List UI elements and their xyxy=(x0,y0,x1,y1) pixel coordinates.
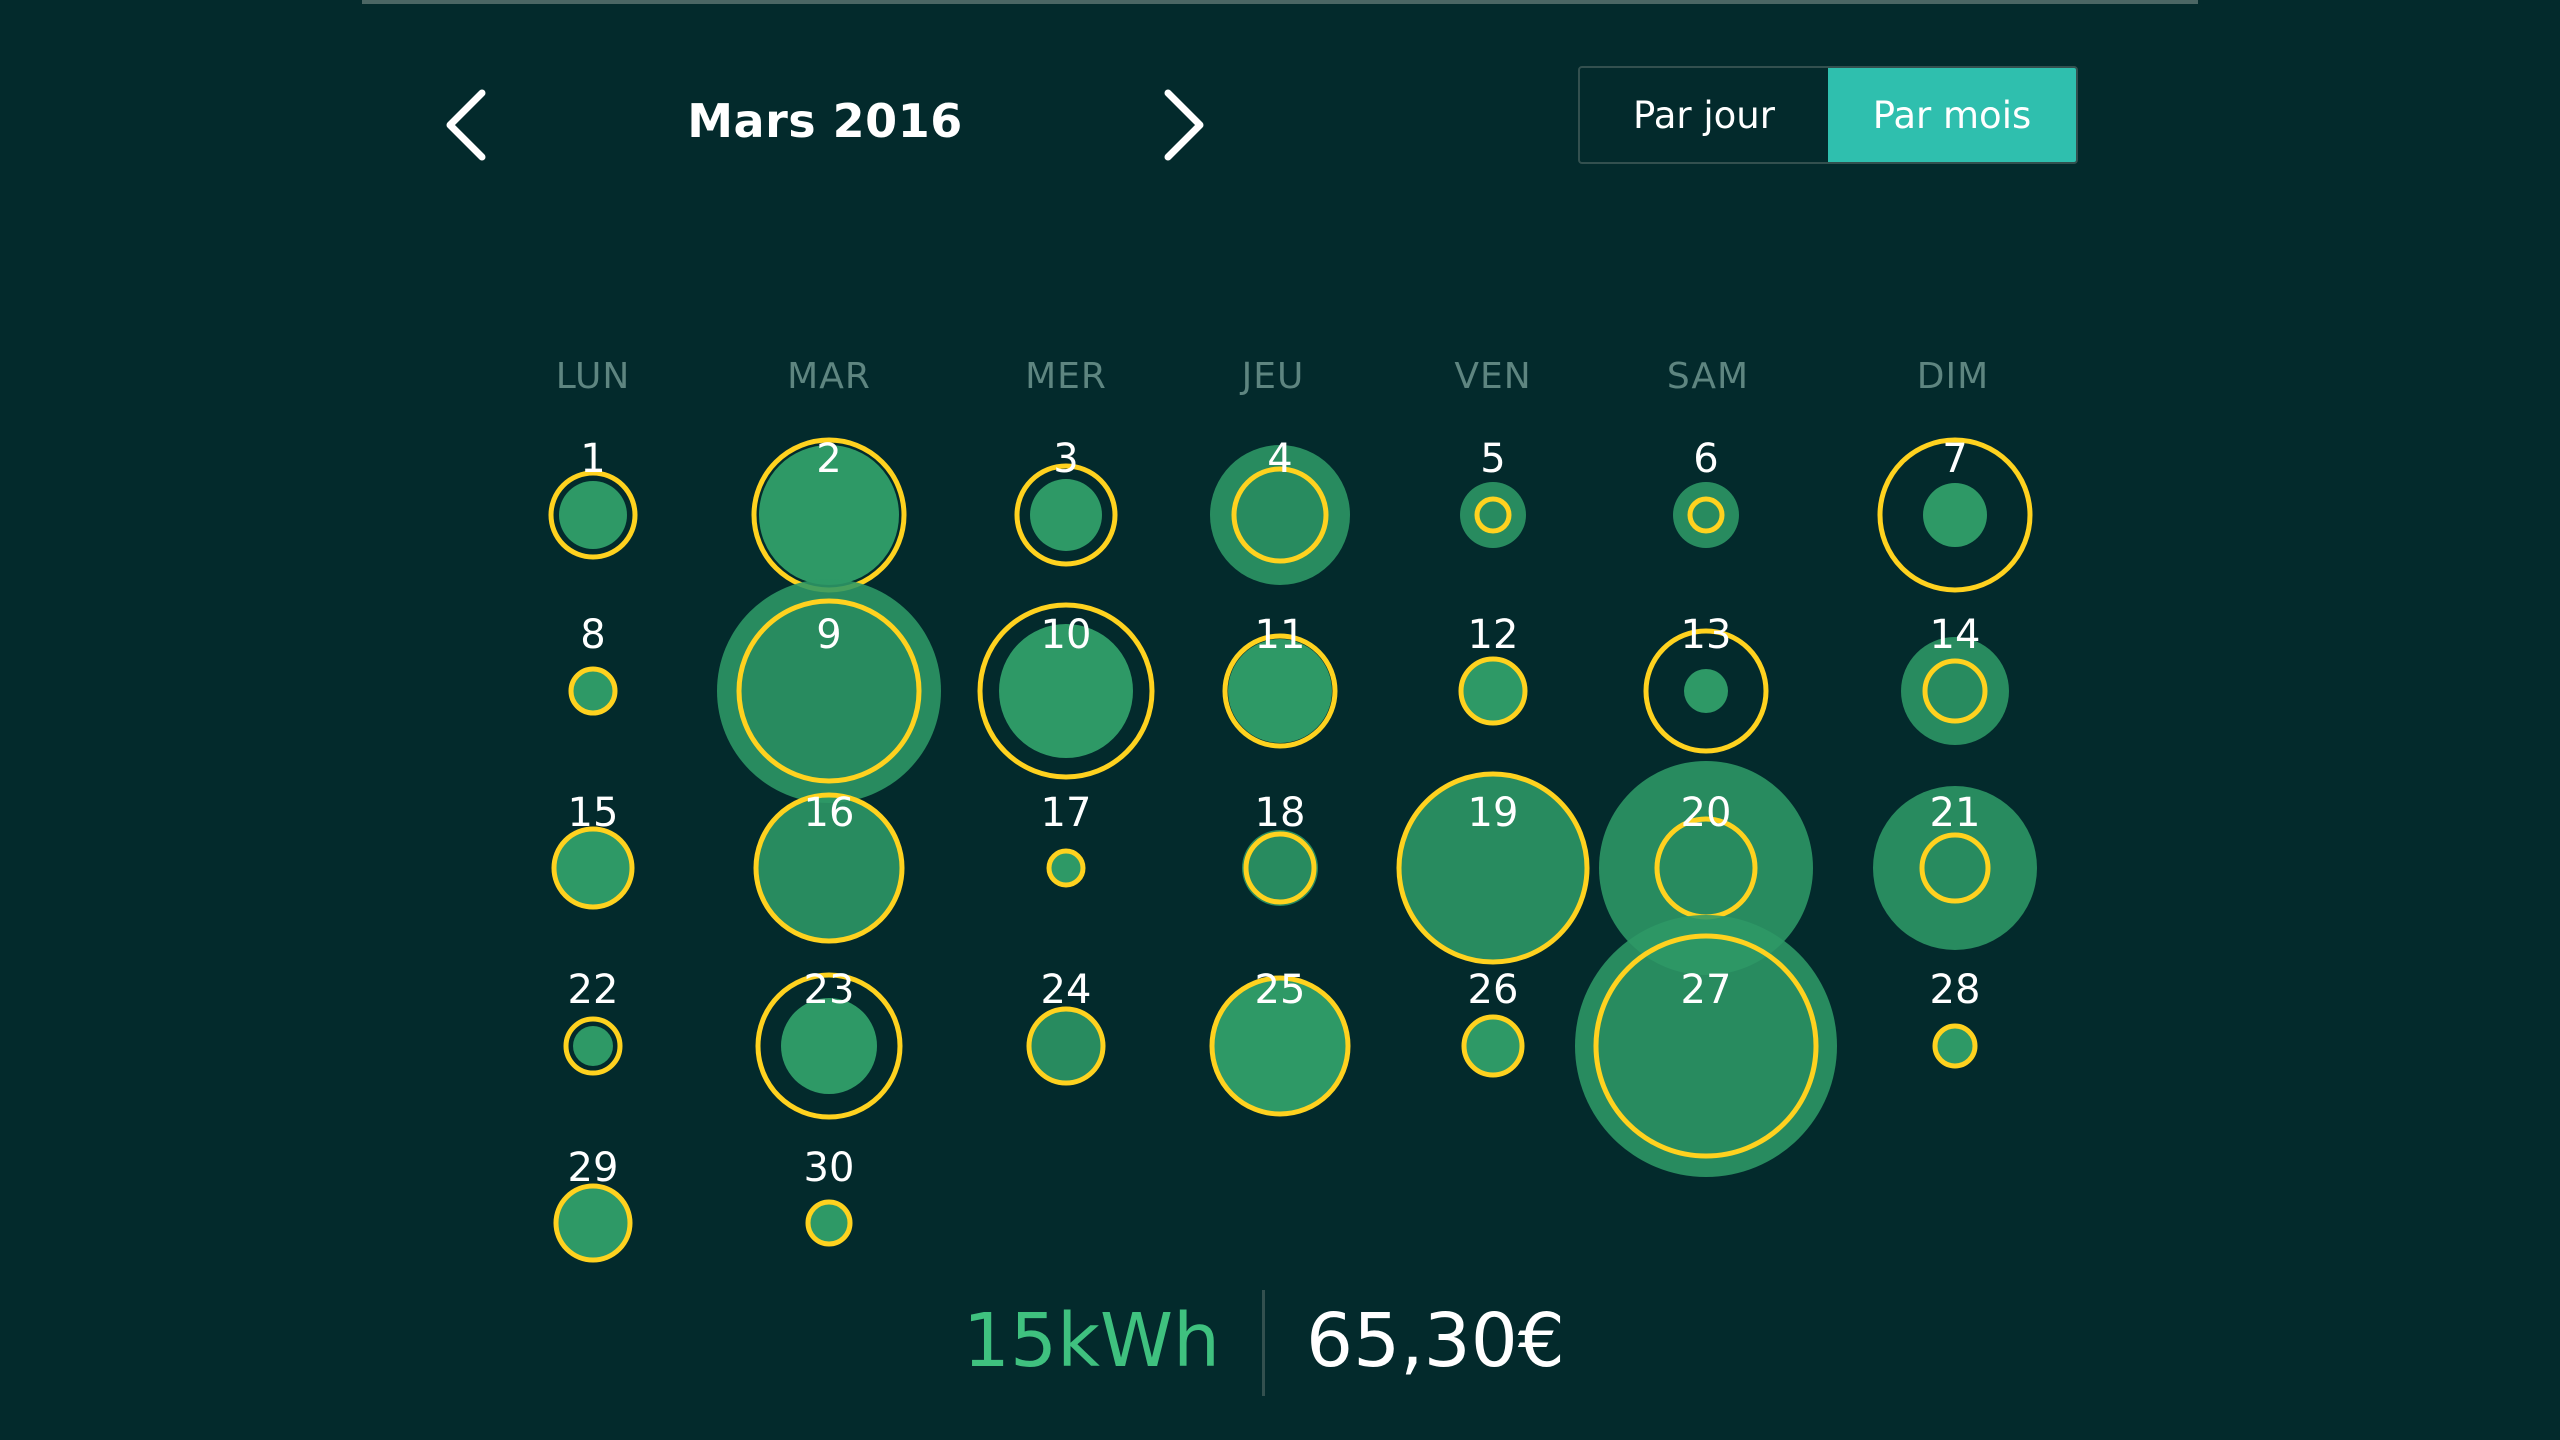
calendar-day[interactable]: 21 xyxy=(1873,786,2037,950)
calendar-day[interactable]: 9 xyxy=(717,579,941,803)
calendar-day[interactable]: 13 xyxy=(1643,612,1769,754)
day-bubble-grid: 1 2 3 4 5 6 78 9 10 11 12 13 1415 16 17 18 19 20 2122 23 24 2… xyxy=(548,436,2037,1263)
calendar-day[interactable]: 3 xyxy=(1014,436,1118,567)
day-number: 1 xyxy=(580,436,605,482)
day-number: 3 xyxy=(1053,436,1078,482)
day-number: 17 xyxy=(1041,790,1092,836)
day-number: 12 xyxy=(1468,612,1519,658)
calendar-day[interactable]: 18 xyxy=(1242,790,1318,906)
consumption-bubble xyxy=(1923,483,1987,547)
calendar-day[interactable]: 19 xyxy=(1396,771,1590,965)
day-number: 6 xyxy=(1693,436,1718,482)
day-number: 27 xyxy=(1681,967,1732,1013)
calendar-day[interactable]: 6 xyxy=(1673,436,1739,548)
calendar-day[interactable]: 24 xyxy=(1026,967,1106,1086)
day-number: 13 xyxy=(1681,612,1732,658)
day-number: 8 xyxy=(580,612,605,658)
day-number: 28 xyxy=(1930,967,1981,1013)
energy-total: 15kWh xyxy=(962,1298,1220,1384)
calendar-day[interactable]: 7 xyxy=(1877,436,2033,593)
calendar-day[interactable]: 23 xyxy=(755,967,903,1120)
day-number: 4 xyxy=(1267,436,1292,482)
calendar-day[interactable]: 25 xyxy=(1209,967,1351,1117)
consumption-bubble xyxy=(1460,482,1526,548)
day-number: 9 xyxy=(816,612,841,658)
calendar-day[interactable]: 1 xyxy=(548,436,638,560)
day-number: 5 xyxy=(1480,436,1505,482)
calendar-day[interactable]: 17 xyxy=(1041,790,1092,888)
day-number: 7 xyxy=(1942,436,1967,482)
calendar-day[interactable]: 11 xyxy=(1222,612,1338,749)
day-number: 10 xyxy=(1041,612,1092,658)
day-number: 29 xyxy=(568,1145,619,1191)
calendar-day[interactable]: 22 xyxy=(563,967,623,1076)
cost-total: 65,30€ xyxy=(1306,1298,1565,1384)
consumption-bubble xyxy=(559,481,627,549)
consumption-bubble xyxy=(1030,479,1102,551)
consumption-bubble xyxy=(1242,830,1318,906)
calendar-day[interactable]: 12 xyxy=(1458,612,1528,726)
day-number: 22 xyxy=(568,967,619,1013)
consumption-bubble xyxy=(1684,669,1728,713)
day-number: 23 xyxy=(804,967,855,1013)
day-number: 25 xyxy=(1255,967,1306,1013)
calendar-day[interactable]: 2 xyxy=(751,436,907,593)
summary-footer: 15kWh 65,30€ xyxy=(0,1290,2560,1400)
calendar-day[interactable]: 10 xyxy=(977,602,1155,780)
day-number: 2 xyxy=(816,436,841,482)
day-number: 14 xyxy=(1930,612,1981,658)
day-number: 24 xyxy=(1041,967,1092,1013)
day-number: 21 xyxy=(1930,790,1981,836)
day-number: 11 xyxy=(1255,612,1306,658)
calendar-day[interactable]: 28 xyxy=(1930,967,1981,1069)
day-number: 15 xyxy=(568,790,619,836)
consumption-bubble xyxy=(573,1026,613,1066)
calendar-day[interactable]: 30 xyxy=(804,1145,855,1247)
calendar-day[interactable]: 29 xyxy=(553,1145,633,1263)
calendar-day[interactable]: 4 xyxy=(1210,436,1350,585)
calendar-day[interactable]: 16 xyxy=(753,790,905,944)
calendar-day[interactable]: 14 xyxy=(1901,612,2009,745)
summary-divider xyxy=(1262,1290,1265,1396)
consumption-bubble xyxy=(1575,915,1837,1177)
day-number: 30 xyxy=(804,1145,855,1191)
calendar-day[interactable]: 5 xyxy=(1460,436,1526,548)
consumption-bubble xyxy=(1673,482,1739,548)
calendar-day[interactable]: 26 xyxy=(1461,967,1525,1078)
day-number: 20 xyxy=(1681,790,1732,836)
day-number: 19 xyxy=(1468,790,1519,836)
day-number: 18 xyxy=(1255,790,1306,836)
calendar-day[interactable]: 27 xyxy=(1575,915,1837,1177)
calendar-screen: Mars 2016 Par jour Par mois LUN MAR MER … xyxy=(0,0,2560,1440)
calendar-day[interactable]: 15 xyxy=(551,790,635,910)
calendar-day[interactable]: 8 xyxy=(568,612,618,716)
day-number: 26 xyxy=(1468,967,1519,1013)
day-number: 16 xyxy=(804,790,855,836)
